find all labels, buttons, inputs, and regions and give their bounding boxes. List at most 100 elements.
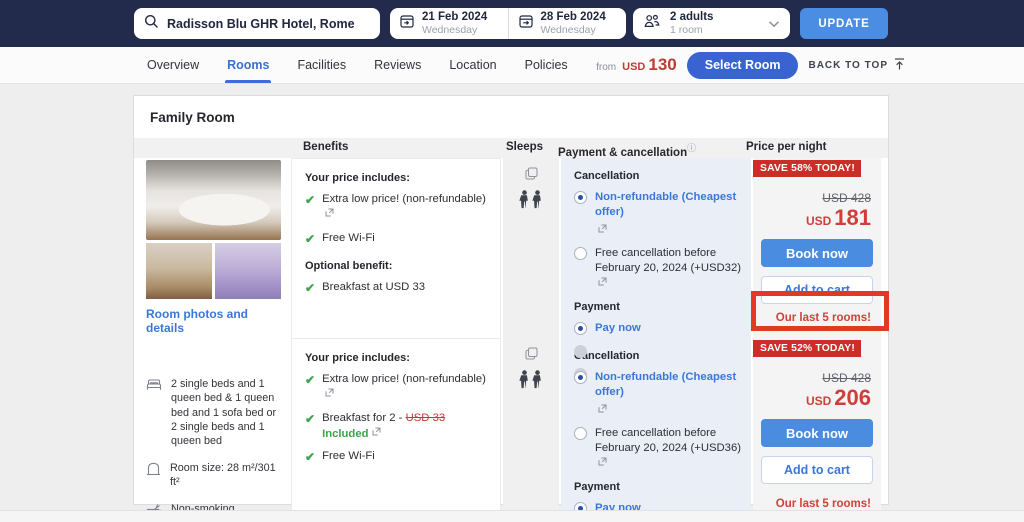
checkin-calendar-icon: [399, 13, 415, 34]
booking-page: 21 Feb 2024 Wednesday 28 Feb 2024 Wednes…: [0, 0, 1024, 522]
tab-location[interactable]: Location: [435, 47, 510, 83]
header-price: Price per night: [746, 141, 827, 153]
benefit-text: Breakfast at USD 33: [322, 280, 425, 296]
optional-benefit-label: Optional benefit:: [305, 260, 490, 272]
checkin-day: Wednesday: [422, 24, 487, 36]
option-text: Pay now: [595, 321, 641, 336]
room-photos-link[interactable]: Room photos and details: [146, 307, 281, 335]
room-photo-thumb-1[interactable]: [146, 243, 212, 299]
old-price: USD 428: [753, 371, 881, 385]
fact-beds-text: 2 single beds and 1 queen bed & 1 queen …: [171, 377, 281, 449]
benefit-text: Free Wi-Fi: [322, 231, 375, 247]
radio-selected[interactable]: [574, 322, 587, 335]
external-link-icon[interactable]: [598, 276, 607, 291]
radio-disabled: [574, 345, 587, 358]
back-to-top-label: BACK TO TOP: [808, 60, 888, 71]
payment-cancellation-cell: Cancellation Non-refundable (Cheapest of…: [561, 338, 751, 522]
guests-icon: [643, 13, 661, 34]
radio-selected[interactable]: [574, 371, 587, 384]
rate-row-2: Your price includes: ✔ Extra low price! …: [291, 338, 881, 505]
old-price: USD 428: [753, 191, 881, 205]
fact-room-size-text: Room size: 28 m²/301 ft²: [170, 461, 281, 490]
occupancy-detail-icon[interactable]: [525, 347, 538, 365]
external-link-icon[interactable]: [598, 403, 741, 418]
checkout-date: 28 Feb 2024: [541, 11, 606, 24]
book-now-button[interactable]: Book now: [761, 239, 873, 267]
two-adults-icon: [519, 370, 543, 390]
cancellation-option-free[interactable]: Free cancellation before February 20, 20…: [574, 426, 741, 473]
page-bottom-strip: [0, 510, 1024, 522]
from-amount: 130: [648, 55, 676, 75]
check-icon: ✔: [305, 372, 315, 404]
book-now-button[interactable]: Book now: [761, 419, 873, 447]
current-price: USD206: [753, 385, 881, 411]
radio-selected[interactable]: [574, 191, 587, 204]
room-size-icon: [146, 461, 161, 481]
benefit-text: Free Wi-Fi: [322, 449, 375, 465]
benefit-item-breakfast: ✔ Breakfast for 2 - USD 33 Included: [305, 411, 490, 443]
save-badge: SAVE 52% TODAY!: [753, 340, 861, 357]
scarcity-message: Our last 5 rooms!: [753, 498, 881, 510]
header-sleeps: Sleeps: [506, 141, 543, 153]
tab-facilities[interactable]: Facilities: [283, 47, 360, 83]
chevron-down-icon: [768, 15, 780, 33]
breakfast-old-price: USD 33: [406, 412, 446, 424]
option-text: Free cancellation before February 20, 20…: [595, 427, 741, 454]
search-input[interactable]: [167, 17, 370, 31]
hotel-search-field[interactable]: [134, 8, 380, 39]
checkout-date-field[interactable]: 28 Feb 2024 Wednesday: [508, 8, 627, 39]
arrow-up-icon: [893, 57, 906, 74]
external-link-icon[interactable]: [325, 207, 334, 222]
tab-policies[interactable]: Policies: [511, 47, 582, 83]
option-text: Non-refundable (Cheapest offer): [595, 371, 736, 398]
tab-overview[interactable]: Overview: [133, 47, 213, 83]
date-range-picker: 21 Feb 2024 Wednesday 28 Feb 2024 Wednes…: [390, 8, 626, 39]
radio-unselected[interactable]: [574, 247, 587, 260]
option-text: Free cancellation before February 20, 20…: [595, 247, 741, 274]
add-to-cart-button[interactable]: Add to cart: [761, 276, 873, 304]
scarcity-message: Our last 5 rooms!: [753, 312, 881, 324]
room-photo-main[interactable]: [146, 160, 281, 240]
external-link-icon[interactable]: [598, 223, 741, 238]
tab-rooms[interactable]: Rooms: [213, 47, 283, 83]
option-text: Non-refundable (Cheapest offer): [595, 191, 736, 218]
header-payment: Payment & cancellation: [558, 147, 687, 159]
breakfast-prefix: Breakfast for 2 -: [322, 412, 406, 424]
benefit-item: ✔ Free Wi-Fi: [305, 449, 490, 465]
cancellation-option-nonrefundable[interactable]: Non-refundable (Cheapest offer): [574, 190, 741, 238]
cancellation-label: Cancellation: [574, 170, 741, 182]
add-to-cart-button[interactable]: Add to cart: [761, 456, 873, 484]
external-link-icon[interactable]: [372, 426, 381, 441]
price-currency: USD: [806, 214, 831, 228]
from-label: from: [596, 62, 616, 73]
payment-label: Payment: [574, 301, 741, 313]
benefit-item: ✔ Breakfast at USD 33: [305, 280, 490, 296]
occupancy-detail-icon[interactable]: [525, 167, 538, 185]
tab-reviews[interactable]: Reviews: [360, 47, 435, 83]
external-link-icon[interactable]: [598, 456, 607, 471]
rate-row-1: Your price includes: ✔ Extra low price! …: [291, 158, 881, 330]
guests-selector[interactable]: 2 adults 1 room: [633, 8, 790, 39]
back-to-top-button[interactable]: BACK TO TOP: [808, 57, 906, 74]
cancellation-label: Cancellation: [574, 350, 741, 362]
checkin-date-field[interactable]: 21 Feb 2024 Wednesday: [390, 8, 508, 39]
cancellation-option-nonrefundable[interactable]: Non-refundable (Cheapest offer): [574, 370, 741, 418]
radio-unselected[interactable]: [574, 427, 587, 440]
breakfast-included: Included: [322, 428, 368, 440]
update-button[interactable]: UPDATE: [800, 8, 888, 39]
info-icon[interactable]: ⓘ: [687, 143, 696, 153]
cancellation-option-free[interactable]: Free cancellation before February 20, 20…: [574, 246, 741, 293]
benefit-text: Extra low price! (non-refundable): [322, 193, 486, 205]
room-card: Family Room Benefits Sleeps Payment & ca…: [133, 95, 889, 505]
save-badge: SAVE 58% TODAY!: [753, 160, 861, 177]
check-icon: ✔: [305, 280, 315, 296]
fact-beds: 2 single beds and 1 queen bed & 1 queen …: [146, 377, 281, 449]
select-room-button[interactable]: Select Room: [687, 52, 799, 79]
benefit-item: ✔ Extra low price! (non-refundable): [305, 372, 490, 404]
room-photo-thumb-2[interactable]: [215, 243, 281, 299]
column-headers: Benefits Sleeps Payment & cancellationⓘ …: [134, 138, 888, 158]
bed-icon: [146, 377, 162, 397]
includes-label: Your price includes:: [305, 352, 490, 364]
payment-option-pay-now[interactable]: Pay now: [574, 321, 741, 336]
external-link-icon[interactable]: [325, 387, 334, 402]
